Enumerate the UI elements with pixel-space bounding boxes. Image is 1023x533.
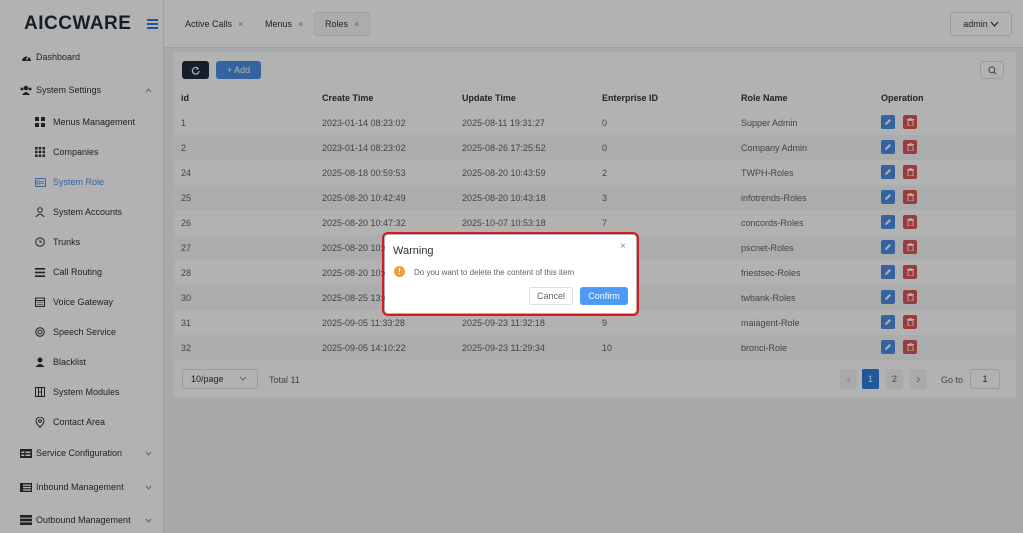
dialog-message: Do you want to delete the content of thi…: [414, 268, 575, 277]
cancel-button[interactable]: Cancel: [529, 287, 573, 305]
confirm-button[interactable]: Confirm: [580, 287, 628, 305]
dialog-title: Warning: [393, 245, 434, 257]
close-icon[interactable]: ×: [620, 241, 626, 252]
warning-icon: !: [394, 266, 405, 277]
warning-dialog: Warning × ! Do you want to delete the co…: [382, 232, 639, 316]
